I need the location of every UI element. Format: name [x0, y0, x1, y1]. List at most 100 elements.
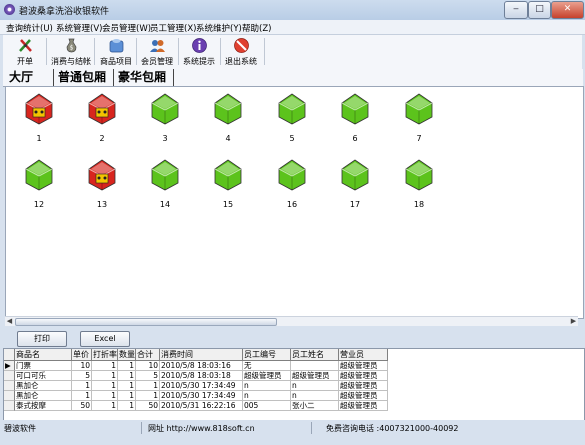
checkout-icon: $ — [66, 38, 77, 53]
table-cell: n — [243, 391, 291, 401]
room-16[interactable]: 16 — [267, 157, 317, 213]
scrollbar-thumb[interactable] — [15, 318, 277, 326]
table-cell: 黑加仑 — [15, 381, 72, 391]
table-cell: 2010/5/8 18:03:18 — [160, 371, 243, 381]
menu-system-management[interactable]: 系统管理(V) — [56, 22, 102, 34]
room-number: 1 — [36, 134, 42, 143]
table-cell: 1 — [118, 391, 136, 401]
table-row[interactable]: 黑加仑 1 1 1 1 2010/5/30 17:34:49 n n 超级管理员 — [4, 391, 584, 401]
maximize-button[interactable]: □ — [528, 1, 551, 19]
table-cell: n — [291, 381, 339, 391]
room-13[interactable]: 13 — [77, 157, 127, 213]
table-cell: 2010/5/8 18:03:16 — [160, 361, 243, 371]
table-cell: 超级管理员 — [339, 381, 388, 391]
table-cell: 5 — [136, 371, 160, 381]
table-cell — [291, 361, 339, 371]
column-header[interactable]: 营业员 — [339, 349, 388, 361]
table-cell: 无 — [243, 361, 291, 371]
checkout-button[interactable]: $ 消费与结帐 — [51, 36, 91, 67]
excel-button[interactable]: Excel — [80, 331, 130, 347]
free-room-icon — [214, 159, 242, 191]
members-button[interactable]: 会员管理 — [138, 36, 176, 67]
table-cell: 1 — [118, 381, 136, 391]
scroll-right-arrow-icon[interactable]: ▶ — [569, 317, 578, 326]
exit-button[interactable]: 退出系统 — [222, 36, 260, 67]
table-cell: n — [243, 381, 291, 391]
free-room-icon — [151, 93, 179, 125]
room-4[interactable]: 4 — [203, 91, 253, 147]
tab-standard-room[interactable]: 普通包厢 — [58, 69, 106, 86]
free-room-icon — [25, 159, 53, 191]
room-number: 5 — [289, 134, 295, 143]
table-cell: 005 — [243, 401, 291, 411]
room-number: 18 — [413, 200, 425, 209]
table-cell: 2010/5/30 17:34:49 — [160, 381, 243, 391]
menu-query-stats[interactable]: 查询统计(U) — [6, 22, 53, 34]
menu-staff-management[interactable]: 员工管理(X) — [150, 22, 196, 34]
room-number: 3 — [162, 134, 168, 143]
room-2[interactable]: 2 — [77, 91, 127, 147]
table-row[interactable]: ▶ 门票 10 1 1 10 2010/5/8 18:03:16 无超级管理员 — [4, 361, 584, 371]
free-room-icon — [341, 93, 369, 125]
menu-member-management[interactable]: 会员管理(W) — [102, 22, 151, 34]
column-header[interactable]: 数量 — [118, 349, 136, 361]
column-header[interactable]: 员工姓名 — [291, 349, 339, 361]
window-title: 碧波桑拿洗浴收银软件 — [19, 7, 110, 17]
tab-hall[interactable]: 大厅 — [9, 69, 33, 86]
room-grid-scrollbar[interactable]: ◀ ▶ — [5, 316, 578, 326]
room-1[interactable]: 1 — [14, 91, 64, 147]
close-button[interactable]: ✕ — [551, 1, 584, 19]
title-bar: 碧波桑拿洗浴收银软件 ‒ □ ✕ — [0, 0, 585, 20]
exit-icon — [234, 38, 249, 53]
table-cell: 泰式按摩 — [15, 401, 72, 411]
column-header[interactable]: 消费时间 — [160, 349, 243, 361]
status-separator — [311, 422, 312, 434]
room-15[interactable]: 15 — [203, 157, 253, 213]
room-12[interactable]: 12 — [14, 157, 64, 213]
room-category-tabs: 大厅 普通包厢 豪华包厢 — [3, 69, 583, 87]
table-cell: 可口可乐 — [15, 371, 72, 381]
tab-separator — [113, 69, 114, 86]
table-row[interactable]: 泰式按摩 50 1 1 50 2010/5/31 16:22:16 005 张小二 超级管理员 — [4, 401, 584, 411]
column-header[interactable]: 合计 — [136, 349, 160, 361]
tab-deluxe-room[interactable]: 豪华包厢 — [118, 69, 166, 86]
table-cell: 1 — [72, 381, 92, 391]
table-cell: n — [291, 391, 339, 401]
occupied-room-icon — [88, 93, 116, 125]
system-tips-button[interactable]: 系统提示 — [180, 36, 218, 67]
table-cell: 1 — [92, 381, 118, 391]
header-corner — [4, 349, 15, 361]
open-order-button[interactable]: 开单 — [6, 36, 44, 67]
room-3[interactable]: 3 — [140, 91, 190, 147]
column-header[interactable]: 商品名 — [15, 349, 72, 361]
column-header[interactable]: 打折率 — [92, 349, 118, 361]
occupied-room-icon — [88, 159, 116, 191]
column-header[interactable]: 员工编号 — [243, 349, 291, 361]
table-row[interactable]: 可口可乐 5 1 1 5 2010/5/8 18:03:18 超级管理员 超级管理员 超级管理员 — [4, 371, 584, 381]
room-number: 14 — [159, 200, 171, 209]
products-button[interactable]: 商品项目 — [97, 36, 135, 67]
room-5[interactable]: 5 — [267, 91, 317, 147]
print-button[interactable]: 打印 — [17, 331, 67, 347]
room-7[interactable]: 7 — [394, 91, 444, 147]
status-bar: 碧波软件 网址 http://www.818soft.cn 免费咨询电话 :40… — [0, 420, 585, 436]
column-header[interactable]: 单价 — [72, 349, 92, 361]
open-order-icon — [19, 39, 32, 52]
room-18[interactable]: 18 — [394, 157, 444, 213]
table-cell: 1 — [118, 401, 136, 411]
room-number: 13 — [96, 200, 108, 209]
menu-help[interactable]: 帮助(Z) — [242, 22, 271, 34]
table-cell: 1 — [72, 391, 92, 401]
tab-separator — [53, 69, 54, 86]
room-14[interactable]: 14 — [140, 157, 190, 213]
room-6[interactable]: 6 — [330, 91, 380, 147]
scroll-left-arrow-icon[interactable]: ◀ — [5, 317, 14, 326]
table-row[interactable]: 黑加仑 1 1 1 1 2010/5/30 17:34:49 n n 超级管理员 — [4, 381, 584, 391]
minimize-button[interactable]: ‒ — [504, 1, 528, 19]
menu-system-maintenance[interactable]: 系统维护(Y) — [196, 22, 242, 34]
table-cell: 1 — [92, 371, 118, 381]
room-17[interactable]: 17 — [330, 157, 380, 213]
table-cell: 门票 — [15, 361, 72, 371]
table-cell: 张小二 — [291, 401, 339, 411]
free-room-icon — [341, 159, 369, 191]
